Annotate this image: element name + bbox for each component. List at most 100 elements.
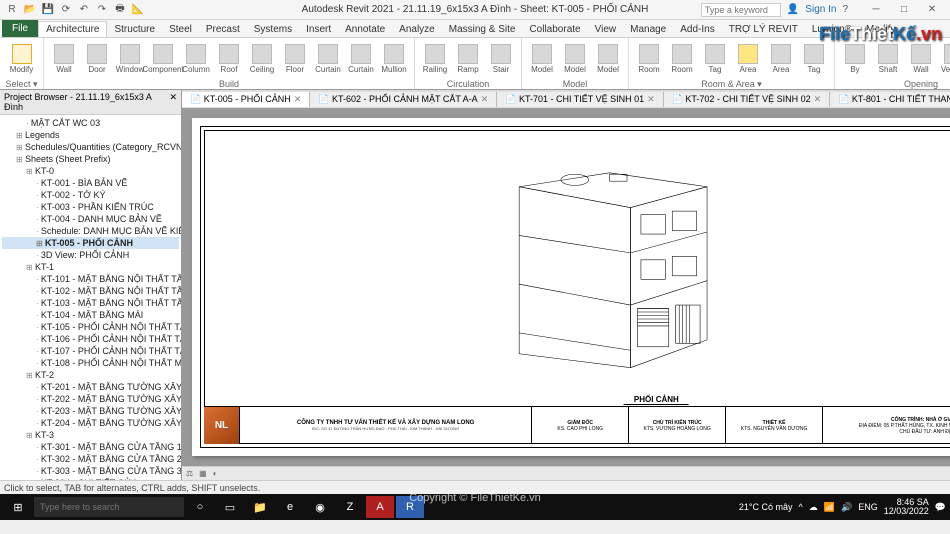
room-separator-button[interactable]: Room <box>666 40 698 78</box>
sheet[interactable]: PHỐI CẢNH NL CÔNG TY TNHH TƯ VẤN THIẾT K… <box>192 118 950 456</box>
ribbon-tab-annotate[interactable]: Annotate <box>338 22 392 37</box>
tree-node[interactable]: KT-104 - MẶT BẰNG MÁI <box>2 309 179 321</box>
curtain-system-button[interactable]: Curtain <box>312 40 344 78</box>
measure-icon[interactable]: 📐 <box>130 2 146 18</box>
canvas[interactable]: PHỐI CẢNH NL CÔNG TY TNHH TƯ VẤN THIẾT K… <box>182 108 950 466</box>
tree-node[interactable]: Schedules/Quantities (Category_RCVN) <box>2 141 179 153</box>
column-button[interactable]: Column <box>180 40 212 78</box>
task-view-icon[interactable]: ▭ <box>216 496 244 518</box>
redo-icon[interactable]: ↷ <box>94 2 110 18</box>
tray-volume-icon[interactable]: 🔊 <box>841 502 852 513</box>
ribbon-tab-steel[interactable]: Steel <box>162 22 199 37</box>
task-cortana-icon[interactable]: ○ <box>186 496 214 518</box>
tree-node[interactable]: KT-202 - MẶT BẰNG TƯỜNG XÂY TẦNG 2 <box>2 393 179 405</box>
roof-button[interactable]: Roof <box>213 40 245 78</box>
area-boundary-button[interactable]: Area <box>765 40 797 78</box>
railing-button[interactable]: Railing <box>419 40 451 78</box>
tray-wifi-icon[interactable]: 📶 <box>824 502 835 513</box>
ribbon-tab-analyze[interactable]: Analyze <box>392 22 442 37</box>
ribbon-tab-insert[interactable]: Insert <box>299 22 338 37</box>
task-autocad-icon[interactable]: A <box>366 496 394 518</box>
open-icon[interactable]: 📂 <box>22 2 38 18</box>
perspective-view[interactable] <box>331 145 888 382</box>
tree-node[interactable]: KT-2 <box>2 369 179 381</box>
wall-button[interactable]: Wall <box>48 40 80 78</box>
tray-lang[interactable]: ENG <box>858 502 878 512</box>
curtain-grid-button[interactable]: Curtain <box>345 40 377 78</box>
model-line-button[interactable]: Model <box>559 40 591 78</box>
ribbon-tab-trlrevit[interactable]: TRỢ LÝ REVIT <box>722 22 805 37</box>
tree-node[interactable]: KT-001 - BÌA BẢN VẼ <box>2 177 179 189</box>
stair-button[interactable]: Stair <box>485 40 517 78</box>
sign-in-link[interactable]: Sign In <box>805 4 836 15</box>
tree-node[interactable]: Schedule: DANH MỤC BẢN VẼ KIẾN TRÚC <box>2 225 179 237</box>
visual-style-icon[interactable]: ◐ <box>213 469 218 478</box>
scale-icon[interactable]: ⚖ <box>186 469 193 478</box>
ribbon-tab-view[interactable]: View <box>588 22 624 37</box>
view-tab[interactable]: 📄 KT-701 - CHI TIẾT VỆ SINH 01✕ <box>497 92 663 107</box>
close-button[interactable]: ✕ <box>918 1 946 19</box>
task-chrome-icon[interactable]: ◉ <box>306 496 334 518</box>
tree-node[interactable]: KT-204 - MẶT BẰNG TƯỜNG XÂY MÁI <box>2 417 179 429</box>
help-icon[interactable]: ? <box>842 4 848 15</box>
windows-search[interactable] <box>34 497 184 517</box>
tree-node[interactable]: KT-0 <box>2 165 179 177</box>
tab-close-icon[interactable]: ✕ <box>481 94 489 105</box>
tree-node[interactable]: Sheets (Sheet Prefix) <box>2 153 179 165</box>
tree-node[interactable]: KT-002 - TỜ KÝ <box>2 189 179 201</box>
view-tab[interactable]: 📄 KT-801 - CHI TIẾT THANG✕ <box>830 92 950 107</box>
view-tab[interactable]: 📄 KT-602 - PHỐI CẢNH MẶT CẮT A-A✕ <box>310 92 497 107</box>
tree-node[interactable]: KT-302 - MẶT BẰNG CỬA TẦNG 2 <box>2 453 179 465</box>
view-control-bar[interactable]: ⚖ ▦ ◐ Main Model ▽ <box>182 466 950 480</box>
detail-icon[interactable]: ▦ <box>199 469 207 478</box>
tree-node[interactable]: KT-004 - DANH MỤC BẢN VẼ <box>2 213 179 225</box>
user-icon[interactable]: 👤 <box>787 4 799 15</box>
tab-close-icon[interactable]: ✕ <box>294 94 302 105</box>
view-tab[interactable]: 📄 KT-702 - CHI TIẾT VỆ SINH 02✕ <box>664 92 830 107</box>
tree-node[interactable]: KT-105 - PHỐI CẢNH NỘI THẤT TẦNG 1 <box>2 321 179 333</box>
tray-chevron-icon[interactable]: ^ <box>799 502 803 512</box>
save-icon[interactable]: 💾 <box>40 2 56 18</box>
ribbon-tab-manage[interactable]: Manage <box>623 22 673 37</box>
model-text-button[interactable]: Model <box>526 40 558 78</box>
ribbon-tab-file[interactable]: File <box>2 20 38 37</box>
tree-node[interactable]: KT-101 - MẶT BẰNG NỘI THẤT TẦNG 1 <box>2 273 179 285</box>
tree-node[interactable]: KT-304 - CHI TIẾT CỬA <box>2 477 179 480</box>
minimize-button[interactable]: ─ <box>862 1 890 19</box>
tree-node[interactable]: KT-103 - MẶT BẰNG NỘI THẤT TẦNG 3 <box>2 297 179 309</box>
tree-node[interactable]: KT-108 - PHỐI CẢNH NỘI THẤT MÁI <box>2 357 179 369</box>
print-icon[interactable]: 🖶 <box>112 2 128 18</box>
tree-node[interactable]: KT-1 <box>2 261 179 273</box>
title-block[interactable]: NL CÔNG TY TNHH TƯ VẤN THIẾT KẾ VÀ XÂY D… <box>204 406 950 444</box>
ramp-button[interactable]: Ramp <box>452 40 484 78</box>
mullion-button[interactable]: Mullion <box>378 40 410 78</box>
modify-button[interactable]: Modify <box>4 40 39 78</box>
door-button[interactable]: Door <box>81 40 113 78</box>
tray-notification-icon[interactable]: 💬 <box>935 502 946 513</box>
by-face-button[interactable]: By <box>839 40 871 78</box>
tree-node[interactable]: KT-301 - MẶT BẰNG CỬA TẦNG 1 <box>2 441 179 453</box>
vertical-button[interactable]: Vertical <box>938 40 950 78</box>
tree-node[interactable]: KT-102 - MẶT BẰNG NỘI THẤT TẦNG 2 <box>2 285 179 297</box>
tree-node[interactable]: KT-003 - PHẦN KIẾN TRÚC <box>2 201 179 213</box>
revit-icon[interactable]: R <box>4 2 20 18</box>
ribbon-tab-structure[interactable]: Structure <box>107 22 162 37</box>
ceiling-button[interactable]: Ceiling <box>246 40 278 78</box>
ribbon-tab-collaborate[interactable]: Collaborate <box>522 22 587 37</box>
component-button[interactable]: Component <box>147 40 179 78</box>
tag-area-button[interactable]: Tag <box>798 40 830 78</box>
undo-icon[interactable]: ↶ <box>76 2 92 18</box>
browser-close-icon[interactable]: ✕ <box>169 92 177 112</box>
tree-node[interactable]: KT-3 <box>2 429 179 441</box>
start-button[interactable]: ⊞ <box>4 496 32 518</box>
ribbon-tab-precast[interactable]: Precast <box>199 22 247 37</box>
ribbon-tab-massingsite[interactable]: Massing & Site <box>442 22 523 37</box>
weather-widget[interactable]: 21°C Có mây <box>739 502 793 512</box>
model-group-button[interactable]: Model <box>592 40 624 78</box>
floor-button[interactable]: Floor <box>279 40 311 78</box>
ribbon-tab-addins[interactable]: Add-Ins <box>673 22 721 37</box>
tree-node[interactable]: KT-005 - PHỐI CẢNH <box>2 237 179 249</box>
project-tree[interactable]: MẶT CẮT WC 03LegendsSchedules/Quantities… <box>0 115 181 480</box>
room-button[interactable]: Room <box>633 40 665 78</box>
view-tab[interactable]: 📄 KT-005 - PHỐI CẢNH✕ <box>182 92 310 107</box>
